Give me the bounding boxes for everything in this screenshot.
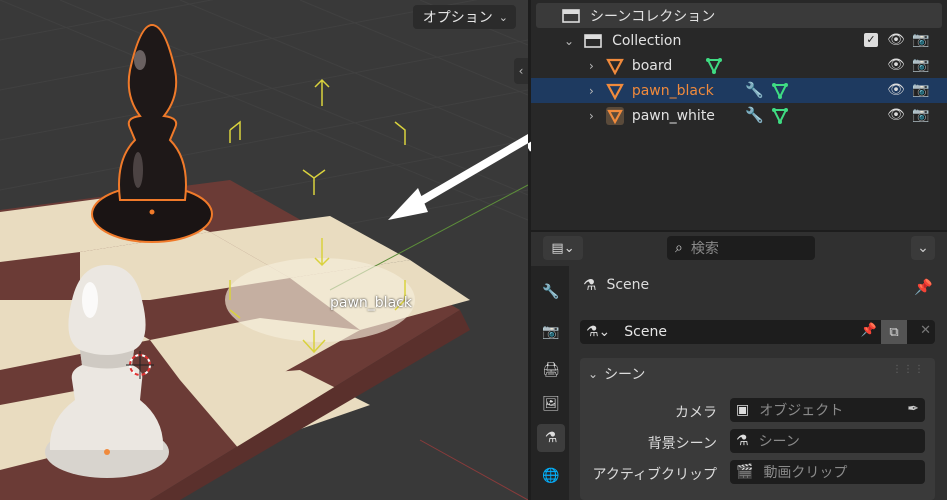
chevron-down-icon[interactable]: ⌄ [564,34,574,48]
render-camera-icon[interactable]: 📷 [911,55,931,75]
outliner-item-board[interactable]: › board 👁 📷 [531,53,947,78]
render-camera-icon[interactable]: 📷 [911,30,931,50]
3d-viewport[interactable]: pawn_black オプション ⌄ ‹ [0,0,528,500]
field-value: オブジェクト [759,403,844,419]
properties-panel[interactable]: ▤⌄ ⌕ 検索 ⌄ 🔧 📷 🖨 🖼 ⚗ 🌐 ⚗ Scene 📌 ⚗⌄ Scene… [531,232,947,500]
field-value: 動画クリップ [763,465,848,481]
render-camera-icon[interactable]: 📷 [911,105,931,125]
editor-type-dropdown[interactable]: ▤⌄ [543,236,583,260]
properties-tab-bar: 🔧 📷 🖨 🖼 ⚗ 🌐 [531,266,569,500]
mesh-data-icon[interactable] [705,57,723,75]
world-tab-icon[interactable]: 🌐 [537,462,565,490]
visibility-eye-icon[interactable]: 👁 [886,105,906,125]
collection-label: Collection [612,32,682,49]
outliner-item-pawn-white[interactable]: › pawn_white 🔧 👁 📷 [531,103,947,128]
eyedropper-icon[interactable]: ✒ [907,401,919,417]
collection-icon [584,33,602,48]
scene-icon: ⚗ [736,433,749,449]
scene-icon: ⚗ [583,276,597,294]
mesh-data-icon[interactable] [771,107,789,125]
pin-icon[interactable]: 📌 [914,278,933,296]
camera-field[interactable]: ▣ オブジェクト ✒ [730,398,925,422]
camera-object-icon: ▣ [736,402,750,418]
field-label: アクティブクリップ [592,467,717,483]
scene-datablock-selector[interactable]: ⚗⌄ Scene 📌 ⧉ ✕ [580,320,935,344]
render-camera-icon[interactable]: 📷 [911,80,931,100]
field-label: 背景シーン [647,436,717,452]
options-dropdown[interactable]: オプション ⌄ [412,5,516,29]
background-scene-field[interactable]: ⚗ シーン [730,429,925,453]
close-icon[interactable]: ✕ [920,323,931,338]
context-breadcrumb: ⚗ Scene [583,276,649,294]
scene-tab-icon[interactable]: ⚗ [537,424,565,452]
black-pawn-model [91,23,213,243]
wrench-modifier-icon[interactable]: 🔧 [745,106,764,124]
drag-handle-icon[interactable]: ⋮⋮⋮ [892,364,925,375]
output-tab-icon[interactable]: 🖨 [537,356,565,384]
search-input[interactable]: ⌕ 検索 [667,236,815,260]
search-placeholder: 検索 [690,241,719,257]
active-clip-field[interactable]: 🎬 動画クリップ [730,460,925,484]
outliner-item-label: pawn_white [631,107,715,124]
chevron-left-icon: ‹ [518,64,524,78]
outliner-panel[interactable]: シーンコレクション ⌄ Collection ✓ 👁 📷 › board 👁 📷… [531,0,947,230]
search-icon: ⌕ [675,240,683,256]
properties-header: ▤⌄ ⌕ 検索 ⌄ [531,232,947,266]
panel-title: シーン [604,367,646,383]
properties-editor-icon: ▤⌄ [551,240,575,256]
scene-panel: ⌄ シーン ⋮⋮⋮ カメラ ▣ オブジェクト ✒ 背景シーン ⚗ シーン アクテ… [580,358,935,500]
outliner-item-label: pawn_black [631,82,714,99]
field-value: シーン [758,434,800,450]
scene-collection-label: シーンコレクション [590,8,716,25]
mesh-object-icon [605,83,624,100]
chevron-right-icon[interactable]: › [589,59,594,73]
visibility-eye-icon[interactable]: 👁 [886,55,906,75]
scene-collection-icon [562,8,580,23]
mesh-object-icon [605,58,624,75]
tool-tab-icon[interactable]: 🔧 [537,278,565,306]
wrench-modifier-icon[interactable]: 🔧 [745,81,764,99]
mesh-object-icon [605,106,624,125]
chevron-down-icon: ⌄ [498,10,508,24]
chevron-right-icon[interactable]: › [589,84,594,98]
scene-icon: ⚗⌄ [586,324,611,340]
scene-collection-row[interactable]: シーンコレクション [536,3,942,28]
fake-user-pin-icon[interactable]: 📌 [861,323,877,338]
annotation-arrow [388,134,528,220]
outliner-item-label: board [631,57,673,74]
visibility-eye-icon[interactable]: 👁 [886,80,906,100]
clip-icon: 🎬 [736,464,754,480]
visibility-eye-icon[interactable]: 👁 [886,30,906,50]
mesh-data-icon[interactable] [771,82,789,100]
viewport-scene [0,0,528,500]
chevron-down-icon[interactable]: ⌄ [911,236,935,260]
outliner-item-pawn-black[interactable]: › pawn_black 🔧 👁 📷 [531,78,947,103]
datablock-name: Scene [624,324,667,340]
scene-panel-header[interactable]: ⌄ シーン [588,364,645,384]
chevron-right-icon[interactable]: › [589,109,594,123]
object-name-label: pawn_black [330,295,412,311]
sidebar-toggle[interactable]: ‹ [514,58,528,84]
context-title: Scene [606,277,650,293]
chevron-down-icon: ⌄ [588,367,599,381]
render-tab-icon[interactable]: 📷 [537,318,565,346]
duplicate-icon[interactable]: ⧉ [881,320,907,344]
options-label: オプション [422,10,493,26]
collection-row[interactable]: ⌄ Collection ✓ 👁 📷 [531,28,947,53]
exclude-checkbox[interactable]: ✓ [864,33,878,47]
field-label: カメラ [675,405,717,421]
view-layer-tab-icon[interactable]: 🖼 [537,390,565,418]
